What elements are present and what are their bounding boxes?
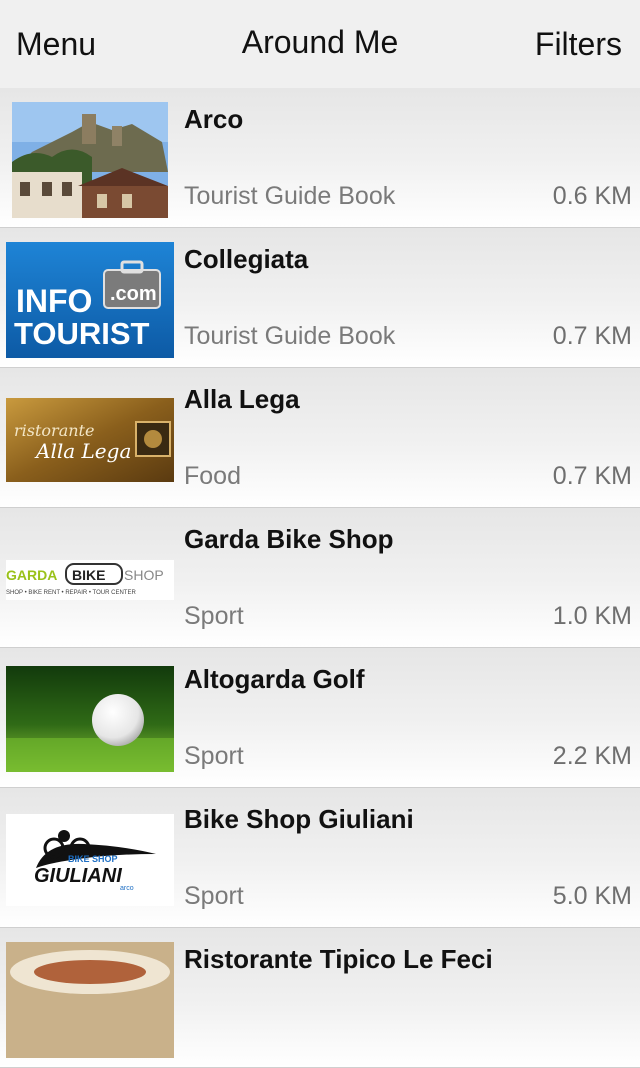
item-category: Tourist Guide Book <box>184 322 396 350</box>
list-item[interactable]: BIKE SHOP GIULIANI arco Bike Shop Giulia… <box>0 788 640 928</box>
places-list: Arco Tourist Guide Book 0.6 KM .com INFO… <box>0 88 640 1068</box>
item-distance: 0.7 KM <box>552 462 632 490</box>
giuliani-logo: BIKE SHOP GIULIANI arco <box>6 814 174 906</box>
item-category: Sport <box>184 742 244 770</box>
navigation-bar: Menu Around Me Filters <box>0 0 640 88</box>
info-tourist-line1: INFO <box>16 283 92 319</box>
info-tourist-badge: .com <box>110 283 157 305</box>
item-title: Garda Bike Shop <box>184 524 394 554</box>
item-category: Food <box>184 462 241 490</box>
giuliani-small: BIKE SHOP <box>68 854 118 864</box>
giuliani-tiny: arco <box>120 885 134 892</box>
info-tourist-line2: TOURIST <box>14 316 150 351</box>
garda-bike-part2: BIKE <box>72 567 105 583</box>
list-item[interactable]: ristorante Alla Lega Alla Lega Food 0.7 … <box>0 368 640 508</box>
garda-bike-tagline: SHOP • BIKE RENT • REPAIR • TOUR CENTER <box>6 590 136 596</box>
item-title: Alla Lega <box>184 384 300 414</box>
golf-ball-image <box>6 666 174 772</box>
item-category: Sport <box>184 882 244 910</box>
item-distance: 1.0 KM <box>552 602 632 630</box>
item-category: Sport <box>184 602 244 630</box>
list-item[interactable]: .com INFO TOURIST Collegiata Tourist Gui… <box>0 228 640 368</box>
list-item[interactable]: GARDA BIKE SHOP SHOP • BIKE RENT • REPAI… <box>0 508 640 648</box>
item-distance: 2.2 KM <box>552 742 632 770</box>
item-title: Altogarda Golf <box>184 664 365 694</box>
info-tourist-logo: .com INFO TOURIST <box>6 242 174 358</box>
giuliani-big: GIULIANI <box>34 865 122 887</box>
list-item[interactable]: Ristorante Tipico Le Feci <box>0 928 640 1068</box>
item-distance: 5.0 KM <box>552 882 632 910</box>
alla-lega-logo: ristorante Alla Lega <box>6 398 174 482</box>
list-item[interactable]: Altogarda Golf Sport 2.2 KM <box>0 648 640 788</box>
item-distance: 0.7 KM <box>552 322 632 350</box>
arco-thumbnail <box>12 102 168 218</box>
item-distance: 0.6 KM <box>552 182 632 210</box>
item-category: Tourist Guide Book <box>184 182 396 210</box>
item-title: Arco <box>184 104 244 134</box>
item-title: Collegiata <box>184 244 309 274</box>
ristorante-thumbnail <box>6 942 174 1058</box>
item-title: Bike Shop Giuliani <box>184 804 414 834</box>
alla-lega-line2: Alla Lega <box>34 439 131 463</box>
garda-bike-part3: SHOP <box>124 567 164 583</box>
filters-button[interactable]: Filters <box>535 24 622 64</box>
garda-bike-shop-logo: GARDA BIKE SHOP SHOP • BIKE RENT • REPAI… <box>6 560 174 600</box>
garda-bike-part1: GARDA <box>6 567 57 583</box>
list-item[interactable]: Arco Tourist Guide Book 0.6 KM <box>0 88 640 228</box>
alla-lega-line1: ristorante <box>14 421 94 440</box>
